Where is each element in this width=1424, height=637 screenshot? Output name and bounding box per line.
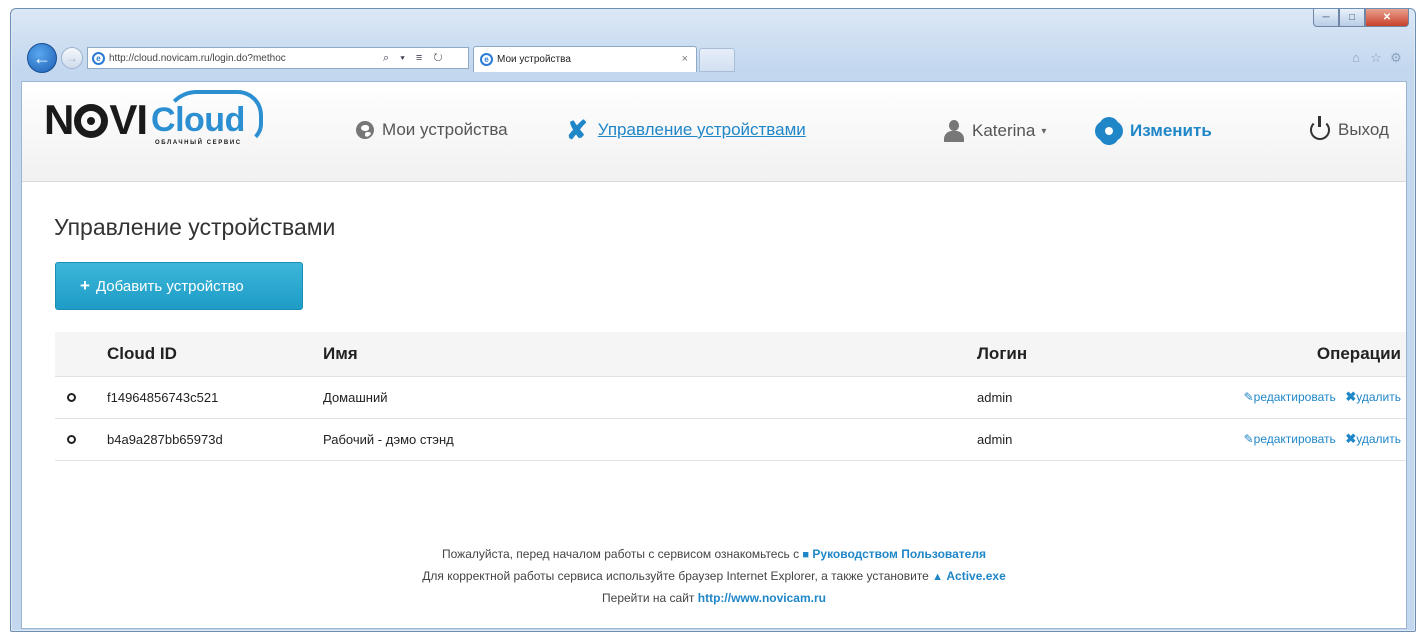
table-row: b4a9a287bb65973d Рабочий - дэмо стэнд ad… [55,417,1406,461]
footer-line-manual: Пожалуйста, перед началом работы с серви… [22,544,1406,566]
row-marker [55,417,107,461]
back-arrow-icon[interactable]: ← [27,43,57,73]
home-icon[interactable]: ⌂ [1349,51,1363,65]
power-icon [1310,116,1330,140]
browser-chrome: ─ □ ✕ ← → e http://cloud.novicam.ru/logi… [11,9,1415,87]
tab-title: Мои устройства [497,54,571,65]
footer-line-browser: Для корректной работы сервиса используйт… [22,566,1406,588]
user-name: Katerina [972,121,1036,140]
page-viewport: N VI Cloud ОБЛАЧНЫЙ СЕРВИС Мои устройства… [21,81,1407,629]
wrench-icon: ✘ [566,115,588,145]
change-link[interactable]: Изменить [1098,120,1212,142]
delete-link[interactable]: удалить [1356,390,1401,404]
user-menu[interactable]: Katerina ▾ [944,120,1046,142]
address-tools[interactable]: ⌕ ▾ ≡ ↻ [383,52,447,65]
download-icon: ▲ [932,571,944,583]
cell-name: Рабочий - дэмо стэнд [323,417,977,461]
header-cloud-id: Cloud ID [107,343,177,363]
document-icon: ■ [802,549,810,561]
pencil-icon: ✎ [1243,432,1254,446]
nav-my-devices[interactable]: Мои устройства [356,120,508,140]
cell-login: admin [977,417,1177,461]
nav-manage-devices-label: Управление устройствами [597,120,806,139]
cell-operations: ✎редактировать ✖удалить [1177,417,1406,461]
user-manual-link[interactable]: Руководством Пользователя [812,547,986,561]
logo-cloud: Cloud ОБЛАЧНЫЙ СЕРВИС [151,90,264,146]
cell-cloud-id: b4a9a287bb65973d [107,417,323,461]
x-icon: ✖ [1345,389,1357,404]
logo-o-mark [74,104,109,138]
footer-line-site: Перейти на сайт http://www.novicam.ru [22,588,1406,609]
add-device-label: Добавить устройство [95,277,244,295]
favorites-star-icon[interactable]: ☆ [1369,51,1383,65]
circle-icon[interactable] [67,392,76,402]
gear-icon [1098,120,1120,142]
header-operations: Операции [1316,343,1401,363]
close-window-button[interactable]: ✕ [1365,9,1409,27]
logo-letters-vi: VI [109,96,148,143]
cell-operations: ✎редактировать ✖удалить [1177,375,1406,418]
settings-gear-icon[interactable]: ⚙ [1389,51,1403,65]
address-bar[interactable]: e http://cloud.novicam.ru/login.do?metho… [87,47,469,69]
browser-toolbar: ⌂ ☆ ⚙ [1349,51,1403,65]
ie-icon: e [92,51,105,65]
nav-my-devices-label: Мои устройства [382,120,508,139]
logo-cloud-arc [163,90,264,144]
cell-login: admin [977,375,1177,418]
tab-my-devices[interactable]: e Мои устройства × [473,46,697,72]
novicloud-logo[interactable]: N VI Cloud ОБЛАЧНЫЙ СЕРВИС [44,90,264,154]
globe-icon [356,121,374,139]
maximize-button[interactable]: □ [1339,9,1365,27]
page-footer: Пожалуйста, перед началом работы с серви… [22,544,1406,609]
minimize-button[interactable]: ─ [1313,9,1339,27]
logout-link[interactable]: Выход [1310,116,1389,140]
table-row: f14964856743c521 Домашний admin ✎редакти… [55,375,1406,418]
delete-link[interactable]: удалить [1356,432,1401,446]
new-tab-button[interactable] [699,48,735,72]
logout-label: Выход [1338,120,1389,139]
change-label: Изменить [1130,121,1212,140]
active-exe-link[interactable]: Active.exe [946,569,1005,583]
footer-manual-text: Пожалуйста, перед началом работы с серви… [442,547,800,561]
devices-table: Cloud ID Имя Логин Операции f14964856743… [55,332,1406,461]
address-url[interactable]: http://cloud.novicam.ru/login.do?methoc [109,53,377,64]
browser-window: ─ □ ✕ ← → e http://cloud.novicam.ru/logi… [10,8,1416,632]
row-marker [55,375,107,418]
circle-icon[interactable] [67,434,76,444]
header-name: Имя [323,343,358,363]
novicam-site-link[interactable]: http://www.novicam.ru [698,591,826,605]
logo-subtitle: ОБЛАЧНЫЙ СЕРВИС [155,140,242,146]
header-login: Логин [977,343,1028,363]
pencil-icon: ✎ [1243,390,1254,404]
footer-site-text: Перейти на сайт [602,591,695,605]
tab-close-icon[interactable]: × [682,53,688,65]
nav-manage-devices[interactable]: ✘ Управление устройствами [566,115,806,145]
page-title: Управление устройствами [54,214,336,240]
logo-novi: N VI [44,96,148,143]
ie-tab-icon: e [480,53,493,66]
table-header-row: Cloud ID Имя Логин Операции [55,332,1406,376]
cell-name: Домашний [323,375,977,418]
site-header: N VI Cloud ОБЛАЧНЫЙ СЕРВИС Мои устройства… [22,82,1406,182]
forward-arrow-icon[interactable]: → [61,47,83,69]
edit-link[interactable]: редактировать [1254,390,1336,404]
edit-link[interactable]: редактировать [1254,432,1336,446]
cell-cloud-id: f14964856743c521 [107,375,323,418]
add-device-button[interactable]: + Добавить устройство [55,262,303,310]
window-controls: ─ □ ✕ [1313,9,1409,27]
x-icon: ✖ [1345,431,1357,446]
plus-icon: + [80,276,90,295]
logo-letter-n: N [44,96,74,143]
caret-down-icon: ▾ [1041,125,1047,137]
header-blank [55,332,107,376]
user-icon [944,120,964,142]
footer-browser-text: Для корректной работы сервиса используйт… [422,569,929,583]
